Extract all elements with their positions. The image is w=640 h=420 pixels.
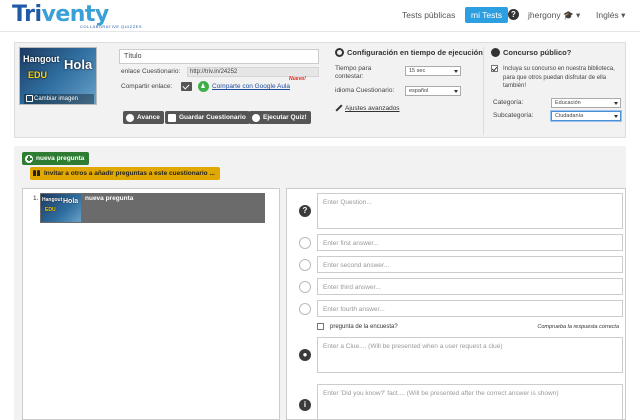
question-editor: ? Enter Question... Enter first answer..… — [286, 188, 626, 420]
wrench-icon — [335, 104, 343, 112]
graduation-cap-icon: 🎓 — [562, 10, 574, 20]
globe-icon — [491, 48, 500, 57]
new-badge: Nuevo! — [289, 76, 306, 82]
answer-3-radio[interactable] — [299, 281, 311, 293]
answer-2-input[interactable]: Enter second answer... — [317, 256, 623, 273]
question-list: 1. Hangout Hola EDU nueva pregunta — [22, 188, 280, 420]
quiz-title-input[interactable]: Título — [119, 49, 319, 64]
quiz-settings-panel: Hangout Hola EDU Cambiar imagen Título e… — [14, 42, 626, 138]
answer-4-input[interactable]: Enter fourth answer... — [317, 300, 623, 317]
subcategory-select[interactable]: Ciudadanía — [551, 111, 621, 121]
answer-1-input[interactable]: Enter first answer... — [317, 234, 623, 251]
new-question-button[interactable]: nueva pregunta — [22, 152, 90, 165]
category-value: Educación — [555, 100, 581, 106]
logo-tagline: COLLABORATIVE QUIZZES — [80, 24, 142, 29]
time-to-answer-label: Tiempo para contestar: — [335, 65, 372, 80]
quiz-language-label: idioma Cuestionario: — [335, 87, 395, 94]
thumb-text-edu: EDU — [45, 207, 56, 213]
quiz-language-select[interactable]: español — [405, 86, 461, 96]
image-text-hola: Hola — [64, 57, 93, 72]
caret-down-icon — [454, 70, 458, 73]
save-quiz-button[interactable]: Guardar Cuestionario — [165, 111, 250, 124]
google-classroom-icon[interactable] — [198, 81, 209, 92]
logo-part-a: Tri — [12, 2, 42, 27]
caret-down-icon — [454, 90, 458, 93]
survey-question-checkbox[interactable] — [317, 323, 324, 330]
run-quiz-button[interactable]: Ejecutar Quiz! — [249, 111, 311, 124]
subcategory-label: Subcategoría: — [493, 112, 534, 119]
image-icon — [26, 95, 33, 102]
top-navbar: Triventy COLLABORATIVE QUIZZES Tests púb… — [0, 0, 640, 32]
check-correct-hint: Comprueba la respuesta correcta — [537, 324, 619, 330]
question-list-item[interactable]: Hangout Hola EDU nueva pregunta — [40, 193, 265, 223]
email-icon[interactable] — [181, 82, 192, 91]
did-you-know-input[interactable]: Enter 'Did you know?' fact.... (Will be … — [317, 384, 623, 420]
chevron-down-icon: ▾ — [621, 10, 626, 20]
gear-icon — [335, 48, 344, 57]
plus-icon — [25, 154, 33, 163]
save-label: Guardar Cuestionario — [179, 114, 246, 121]
quiz-image: Hangout Hola EDU Cambiar imagen — [19, 47, 97, 105]
thumb-text-hangout: Hangout — [42, 197, 63, 203]
change-image-label: Cambiar imagen — [34, 96, 79, 102]
new-question-label: nueva pregunta — [36, 155, 85, 162]
share-link-label: Compartir enlace: — [121, 83, 173, 90]
info-icon: i — [299, 399, 311, 411]
share-google-classroom-link[interactable]: Comparte con Google Aula — [212, 83, 290, 90]
help-icon[interactable]: ? — [508, 9, 519, 20]
language-value: español — [409, 88, 429, 94]
panel-divider — [483, 47, 484, 135]
language-label: Inglés — [596, 10, 619, 20]
public-contest-heading: Concurso público? — [503, 48, 572, 57]
clue-input[interactable]: Enter a Clue.... (Will be presented when… — [317, 337, 623, 373]
answer-4-radio[interactable] — [299, 303, 311, 315]
category-select[interactable]: Educación — [551, 98, 621, 108]
answer-1-radio[interactable] — [299, 237, 311, 249]
quiz-link-label: enlace Cuestionario: — [121, 68, 181, 75]
runtime-config-heading: Configuración en tiempo de ejecución — [347, 48, 483, 57]
change-image-button[interactable]: Cambiar imagen — [24, 94, 94, 104]
survey-question-label: pregunta de la encuesta? — [330, 324, 398, 330]
subcategory-value: Ciudadanía — [555, 113, 584, 119]
category-label: Categoría: — [493, 99, 524, 106]
question-input[interactable]: Enter Question... — [317, 193, 623, 229]
username: jhergony — [528, 10, 561, 20]
save-icon — [168, 113, 176, 122]
answer-2-radio[interactable] — [299, 259, 311, 271]
time-value: 15 sec — [409, 68, 426, 74]
eye-icon — [126, 113, 134, 122]
include-library-checkbox[interactable] — [491, 65, 498, 72]
advanced-settings-link[interactable]: Ajustes avanzados — [345, 105, 400, 112]
include-library-text: Incluya su concurso en nuestra bibliotec… — [503, 66, 615, 89]
people-icon — [33, 170, 41, 177]
question-item-label: nueva pregunta — [85, 195, 134, 202]
run-label: Ejecutar Quiz! — [263, 114, 307, 121]
thumb-text-hola: Hola — [63, 198, 79, 205]
lightbulb-icon: ● — [299, 349, 311, 361]
page: Triventy COLLABORATIVE QUIZZES Tests púb… — [0, 0, 640, 420]
user-menu[interactable]: jhergony 🎓 ▾ — [528, 10, 580, 21]
chevron-down-icon: ▾ — [575, 10, 581, 20]
question-mark-icon: ? — [299, 205, 311, 217]
preview-label: Avance — [137, 114, 160, 121]
image-text-edu: EDU — [28, 70, 48, 80]
image-text-hangout: Hangout — [23, 54, 60, 64]
answer-3-input[interactable]: Enter third answer... — [317, 278, 623, 295]
caret-down-icon — [614, 115, 618, 118]
triventy-logo[interactable]: Triventy COLLABORATIVE QUIZZES — [12, 2, 152, 30]
time-to-answer-select[interactable]: 15 sec — [405, 66, 461, 76]
invite-others-button[interactable]: Invitar a otros a añadir preguntas a est… — [30, 167, 220, 180]
nav-public-tests[interactable]: Tests públicas — [402, 10, 455, 20]
caret-down-icon — [614, 102, 618, 105]
invite-label: Invitar a otros a añadir preguntas a est… — [44, 170, 215, 177]
preview-button[interactable]: Avance — [123, 111, 164, 124]
language-menu[interactable]: Inglés ▾ — [596, 10, 625, 21]
nav-my-tests[interactable]: mi Tests — [465, 7, 509, 23]
play-icon — [252, 113, 260, 122]
question-thumbnail: Hangout Hola EDU — [41, 194, 81, 222]
question-number: 1. — [33, 195, 39, 202]
